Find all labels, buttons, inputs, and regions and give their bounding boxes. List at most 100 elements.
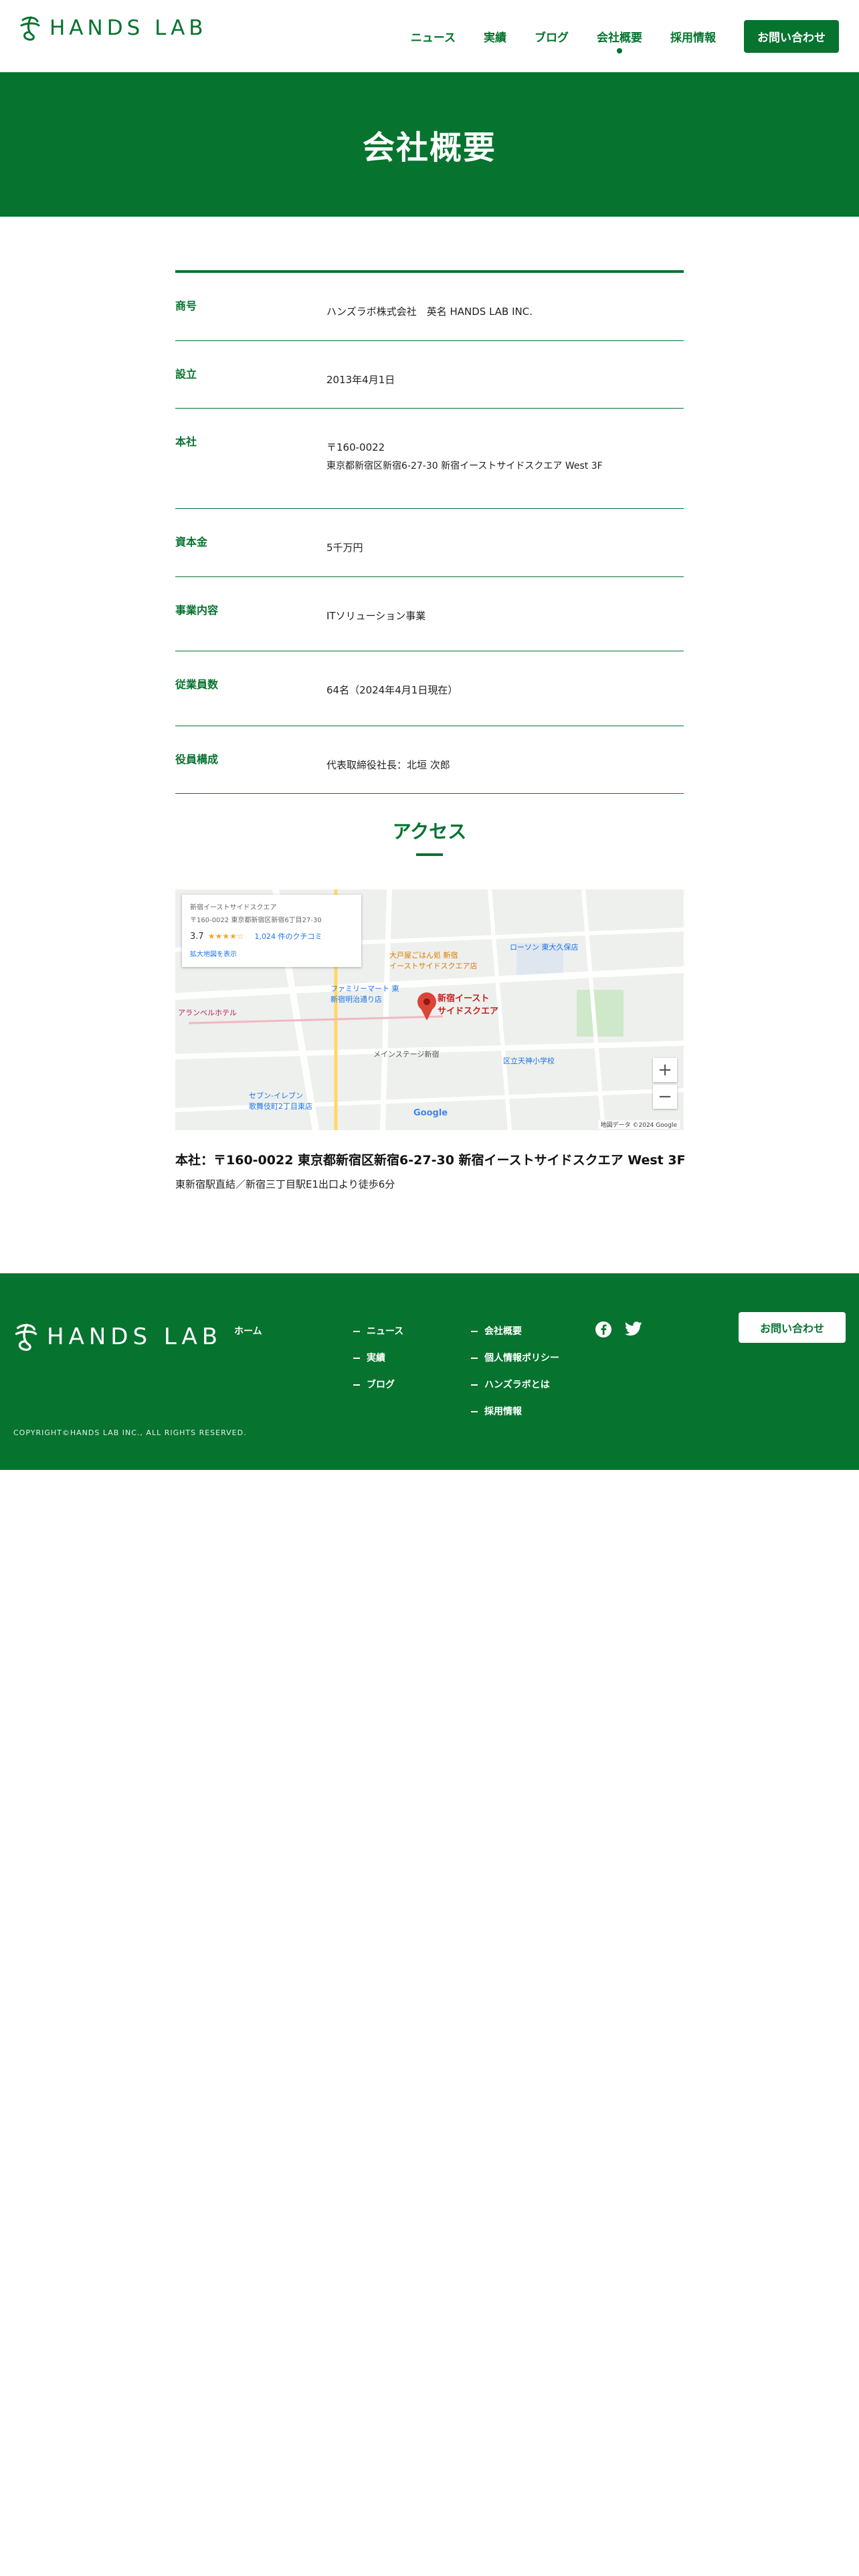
dash-icon — [471, 1411, 478, 1412]
row-label: 資本金 — [175, 536, 208, 549]
larger-map-link[interactable]: 拡大地図を表示 — [190, 948, 353, 958]
table-row: 本社 〒160-0022 東京都新宿区新宿6-27-30 新宿イーストサイドスク… — [175, 409, 684, 510]
place-card[interactable]: 新宿イーストサイドスクエア 〒160-0022 東京都新宿区新宿6丁目27-30… — [182, 895, 361, 967]
footer-link-privacy[interactable]: 個人情報ポリシー — [471, 1351, 559, 1364]
dash-icon — [471, 1331, 478, 1332]
logo-text: HANDS LAB — [50, 16, 207, 40]
row-value: ハンズラボ株式会社 英名 HANDS LAB INC. — [326, 273, 684, 340]
hands-lab-logo-icon — [15, 1323, 37, 1352]
nav-blog[interactable]: ブログ — [535, 28, 569, 45]
footer-link-label: ブログ — [367, 1380, 395, 1390]
site-header: HANDS LAB ニュース 実績 ブログ 会社概要 採用情報 お問い合わせ — [0, 0, 859, 72]
footer-col-home: ホーム — [234, 1324, 262, 1351]
star-icon: ★★★★☆ — [207, 932, 244, 941]
dash-icon — [471, 1358, 478, 1359]
row-value: 5千万円 — [326, 509, 684, 576]
footer-link-about[interactable]: ハンズラボとは — [471, 1378, 559, 1391]
value-line: 東京都新宿区新宿6-27-30 新宿イーストサイドスクエア West 3F — [326, 460, 603, 471]
map-label-stage: メインステージ新宿 — [373, 1050, 440, 1059]
map-pin-label: 新宿イースト サイドスクエア — [438, 994, 499, 1016]
table-row: 資本金 5千万円 — [175, 509, 684, 577]
footer-logo[interactable]: HANDS LAB — [13, 1321, 222, 1352]
page-title: 会社概要 — [362, 129, 496, 167]
twitter-icon[interactable] — [625, 1321, 642, 1340]
zoom-out-button[interactable]: − — [653, 1085, 677, 1109]
footer-link-label: ハンズラボとは — [484, 1380, 550, 1390]
map-label-school: 区立天神小学校 — [503, 1057, 555, 1065]
value-line: 5千万円 — [326, 542, 363, 554]
nav-works[interactable]: 実績 — [484, 28, 506, 45]
footer-link-company[interactable]: 会社概要 — [471, 1324, 559, 1337]
hands-lab-logo-icon — [20, 16, 40, 41]
table-row: 事業内容 ITソリューション事業 — [175, 577, 684, 652]
value-line: 2013年4月1日 — [326, 373, 395, 386]
google-logo: Google — [413, 1108, 448, 1118]
value-line: ITソリューション事業 — [326, 609, 426, 622]
place-name: 新宿イーストサイドスクエア — [190, 904, 277, 911]
dash-icon — [353, 1358, 360, 1359]
place-rating: 3.7 ★★★★☆ 1,024 件のクチコミ — [190, 931, 353, 942]
footer-link-blog[interactable]: ブログ — [353, 1378, 403, 1391]
footer-link-label: ニュース — [367, 1326, 404, 1337]
value-line: ハンズラボ株式会社 英名 HANDS LAB INC. — [326, 306, 533, 318]
value-line: 代表取締役社長：北垣 次郎 — [326, 758, 450, 771]
map-label-familymart: ファミリーマート 東 新宿明治通り店 — [330, 984, 399, 1004]
footer-link-label: 採用情報 — [484, 1406, 522, 1417]
footer-link-label: 実績 — [367, 1353, 385, 1364]
row-value: 64名（2024年4月1日現在） — [326, 651, 684, 726]
site-logo[interactable]: HANDS LAB — [19, 15, 207, 41]
row-value: 代表取締役社長：北垣 次郎 — [326, 726, 684, 794]
active-indicator — [617, 48, 622, 53]
footer-copyright: COPYRIGHT©HANDS LAB INC., ALL RIGHTS RES… — [13, 1428, 247, 1437]
map-label-seven: セブン-イレブン 歌舞伎町2丁目東店 — [249, 1091, 312, 1111]
footer-contact-button[interactable]: お問い合わせ — [739, 1312, 846, 1343]
table-row: 商号 ハンズラボ株式会社 英名 HANDS LAB INC. — [175, 273, 684, 341]
footer-link-home[interactable]: ホーム — [234, 1324, 262, 1337]
place-address: 〒160-0022 東京都新宿区新宿6丁目27-30 — [190, 917, 322, 924]
facebook-icon[interactable] — [595, 1321, 611, 1340]
nav-company[interactable]: 会社概要 — [597, 28, 642, 53]
dash-icon — [471, 1384, 478, 1386]
heading-underline — [416, 853, 443, 856]
footer-logo-text: HANDS LAB — [47, 1323, 223, 1350]
footer-link-recruit[interactable]: 採用情報 — [471, 1404, 559, 1418]
value-line: 64名（2024年4月1日現在） — [326, 684, 458, 697]
footer-link-news[interactable]: ニュース — [353, 1324, 403, 1337]
row-label: 設立 — [175, 367, 197, 381]
table-row: 設立 2013年4月1日 — [175, 341, 684, 409]
footer-col-3: 会社概要 個人情報ポリシー ハンズラボとは 採用情報 — [471, 1324, 559, 1431]
footer-link-label: 会社概要 — [484, 1326, 522, 1337]
footer-link-label: 個人情報ポリシー — [484, 1353, 559, 1364]
row-value: 〒160-0022 東京都新宿区新宿6-27-30 新宿イーストサイドスクエア … — [326, 409, 684, 508]
row-label: 役員構成 — [175, 752, 219, 766]
row-value: 2013年4月1日 — [326, 341, 684, 409]
main-nav: ニュース 実績 ブログ 会社概要 採用情報 お問い合わせ — [411, 20, 839, 53]
dash-icon — [353, 1384, 360, 1386]
row-value: ITソリューション事業 — [326, 577, 684, 651]
access-heading: アクセス — [392, 821, 467, 843]
row-label: 従業員数 — [175, 678, 219, 691]
nav-company-label: 会社概要 — [597, 31, 642, 45]
row-label: 事業内容 — [175, 603, 219, 617]
dash-icon — [353, 1331, 360, 1332]
google-map[interactable]: 新宿イーストサイドスクエア 〒160-0022 東京都新宿区新宿6丁目27-30… — [175, 889, 684, 1130]
map-copyright: 地図データ ©2024 Google — [597, 1120, 680, 1129]
row-label: 商号 — [175, 300, 197, 312]
page-hero: 会社概要 — [0, 72, 859, 217]
map-label-hotel: アランベルホテル — [178, 1008, 237, 1017]
site-footer: HANDS LAB ホーム ニュース 実績 ブログ 会社概要 個人情報ポリシー … — [0, 1273, 859, 1470]
zoom-in-button[interactable]: + — [653, 1058, 677, 1082]
footer-link-works[interactable]: 実績 — [353, 1351, 403, 1364]
table-row: 従業員数 64名（2024年4月1日現在） — [175, 651, 684, 726]
row-label: 本社 — [175, 435, 197, 448]
nav-recruit[interactable]: 採用情報 — [670, 28, 716, 45]
table-row: 役員構成 代表取締役社長：北垣 次郎 — [175, 726, 684, 794]
access-address: 本社：〒160-0022 東京都新宿区新宿6-27-30 新宿イーストサイドスク… — [175, 1153, 686, 1168]
map-label-lawson: ローソン 東大久保店 — [510, 943, 579, 952]
company-table: 商号 ハンズラボ株式会社 英名 HANDS LAB INC. 設立 2013年4… — [175, 270, 684, 794]
contact-button[interactable]: お問い合わせ — [744, 20, 839, 53]
rating-value: 3.7 — [190, 931, 204, 942]
nav-news[interactable]: ニュース — [411, 28, 456, 45]
footer-col-2: ニュース 実績 ブログ — [353, 1324, 403, 1404]
reviews-link[interactable]: 1,024 件のクチコミ — [254, 931, 322, 942]
